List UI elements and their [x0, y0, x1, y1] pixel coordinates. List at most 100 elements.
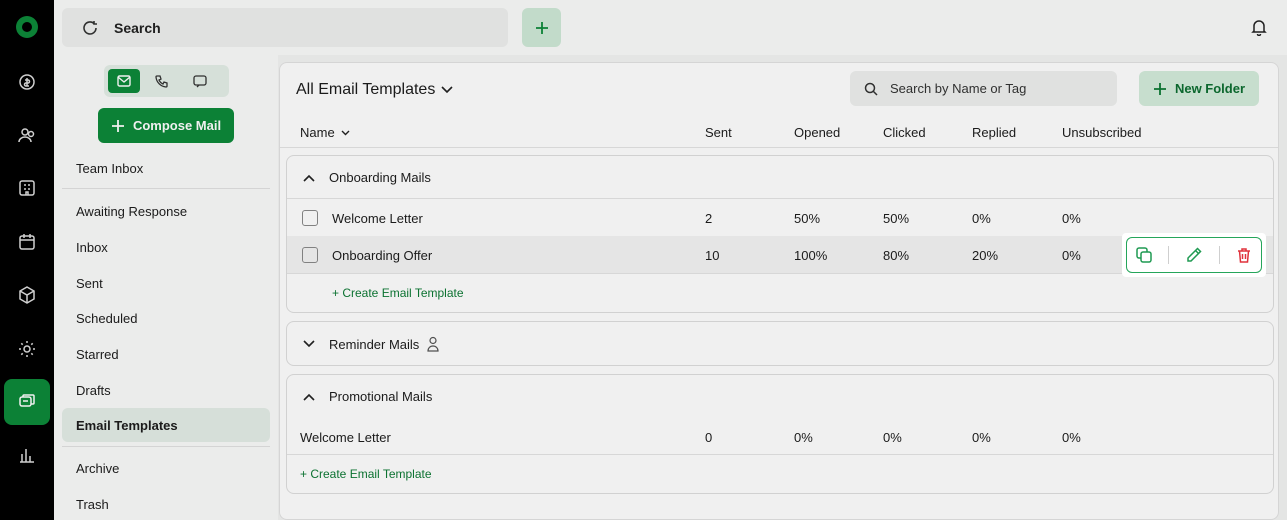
- group-header[interactable]: Reminder Mails: [303, 336, 439, 352]
- phone-icon: [155, 75, 168, 88]
- chevron-up-icon: [303, 393, 315, 401]
- person-icon: [427, 336, 439, 352]
- column-header-clicked[interactable]: Clicked: [883, 125, 926, 140]
- sidebar-item-team-inbox[interactable]: Team Inbox: [76, 161, 143, 176]
- group-header[interactable]: Promotional Mails: [303, 389, 432, 404]
- cell-unsubscribed: 0%: [1062, 211, 1081, 226]
- settings-icon[interactable]: [4, 326, 50, 372]
- sidebar-item-drafts[interactable]: Drafts: [76, 383, 111, 398]
- cell-replied: 20%: [972, 248, 999, 263]
- main-content: All Email Templates Search by Name or Ta…: [278, 55, 1287, 520]
- sidebar-item-archive[interactable]: Archive: [76, 461, 119, 476]
- cell-unsubscribed: 0%: [1062, 248, 1081, 263]
- create-email-template-link[interactable]: + Create Email Template: [332, 286, 464, 300]
- chat-mode-button[interactable]: [184, 69, 216, 93]
- cell-sent: 0: [705, 430, 713, 445]
- templates-panel: All Email Templates Search by Name or Ta…: [279, 62, 1279, 520]
- delete-button[interactable]: [1235, 246, 1253, 264]
- row-divider: [287, 198, 1273, 199]
- compose-mail-label: Compose Mail: [132, 118, 222, 133]
- analytics-icon[interactable]: [4, 432, 50, 478]
- cell-clicked: 80%: [883, 248, 910, 263]
- cell-clicked: 50%: [883, 211, 910, 226]
- row-checkbox[interactable]: [302, 247, 318, 263]
- sidebar-item-trash[interactable]: Trash: [76, 497, 109, 512]
- column-header-name-label: Name: [300, 125, 335, 140]
- page-title: All Email Templates: [296, 81, 436, 98]
- cell-opened: 100%: [794, 248, 828, 263]
- plus-icon: [111, 119, 124, 132]
- group-name: Promotional Mails: [329, 389, 433, 404]
- toolbar-divider: [1218, 246, 1220, 264]
- edit-button[interactable]: [1185, 246, 1203, 264]
- chevron-down-icon: [303, 340, 315, 348]
- row-checkbox[interactable]: [302, 210, 318, 226]
- chevron-down-icon: [441, 86, 453, 94]
- column-header-opened[interactable]: Opened: [794, 125, 840, 140]
- chevron-down-icon: [341, 130, 350, 135]
- app-rail: [0, 0, 54, 520]
- channel-switcher: [104, 65, 229, 97]
- header-divider: [280, 147, 1278, 148]
- sidebar-divider: [62, 446, 270, 447]
- cell-replied: 0%: [972, 430, 991, 445]
- template-name[interactable]: Welcome Letter: [332, 211, 423, 226]
- sidebar-item-awaiting-response[interactable]: Awaiting Response: [76, 204, 187, 219]
- users-icon[interactable]: [4, 112, 50, 158]
- cell-replied: 0%: [972, 211, 991, 226]
- cell-clicked: 0%: [883, 430, 902, 445]
- column-header-unsubscribed[interactable]: Unsubscribed: [1062, 125, 1142, 140]
- group-name: Reminder Mails: [329, 336, 420, 352]
- column-header-replied[interactable]: Replied: [972, 125, 1016, 140]
- column-header-sent[interactable]: Sent: [705, 125, 732, 140]
- global-search[interactable]: Search: [62, 8, 508, 47]
- cell-sent: 2: [705, 211, 713, 226]
- box-icon[interactable]: [4, 272, 50, 318]
- template-search-input[interactable]: Search by Name or Tag: [850, 71, 1117, 106]
- global-search-label: Search: [114, 19, 161, 36]
- cell-opened: 50%: [794, 211, 821, 226]
- messages-icon[interactable]: [4, 379, 50, 425]
- chat-icon: [193, 75, 207, 88]
- template-name[interactable]: Welcome Letter: [300, 430, 391, 445]
- template-group-promotional: Promotional Mails Welcome Letter 0 0% 0%…: [286, 374, 1274, 494]
- compose-mail-button[interactable]: Compose Mail: [98, 108, 234, 143]
- cell-sent: 10: [705, 248, 720, 263]
- chevron-up-icon: [303, 174, 315, 182]
- duplicate-button[interactable]: [1135, 246, 1153, 264]
- cell-opened: 0%: [794, 430, 813, 445]
- row-divider: [287, 454, 1273, 455]
- call-mode-button[interactable]: [146, 69, 178, 93]
- dollar-refresh-icon[interactable]: [4, 58, 50, 104]
- plus-icon: [535, 21, 548, 34]
- sidebar-item-scheduled[interactable]: Scheduled: [76, 311, 137, 326]
- notifications-button[interactable]: [1251, 18, 1267, 41]
- column-header-name[interactable]: Name: [300, 125, 350, 140]
- new-folder-button[interactable]: New Folder: [1139, 71, 1259, 106]
- search-icon: [864, 82, 878, 96]
- toolbar-divider: [1168, 246, 1170, 264]
- top-bar: Search: [54, 0, 1287, 55]
- sidebar-item-starred[interactable]: Starred: [76, 347, 119, 362]
- mail-sidebar: Compose Mail Team Inbox Awaiting Respons…: [54, 55, 278, 520]
- row-actions-toolbar: [1126, 237, 1262, 273]
- template-search-placeholder: Search by Name or Tag: [890, 81, 1027, 96]
- building-icon[interactable]: [4, 165, 50, 211]
- template-group-reminder: Reminder Mails: [286, 321, 1274, 366]
- template-name[interactable]: Onboarding Offer: [332, 248, 432, 263]
- sidebar-item-email-templates[interactable]: Email Templates: [76, 418, 178, 433]
- app-logo: [16, 16, 38, 38]
- mail-mode-button[interactable]: [108, 69, 140, 93]
- plus-icon: [1153, 82, 1166, 95]
- search-icon: [83, 20, 97, 35]
- new-folder-label: New Folder: [1174, 81, 1246, 96]
- sidebar-item-inbox[interactable]: Inbox: [76, 240, 108, 255]
- calendar-icon[interactable]: [4, 219, 50, 265]
- bell-icon: [1251, 20, 1267, 37]
- sidebar-item-sent[interactable]: Sent: [76, 276, 103, 291]
- cell-unsubscribed: 0%: [1062, 430, 1081, 445]
- templates-filter-dropdown[interactable]: All Email Templates: [296, 81, 453, 99]
- create-email-template-link[interactable]: + Create Email Template: [300, 467, 432, 481]
- group-header[interactable]: Onboarding Mails: [303, 170, 431, 185]
- add-button[interactable]: [522, 8, 561, 47]
